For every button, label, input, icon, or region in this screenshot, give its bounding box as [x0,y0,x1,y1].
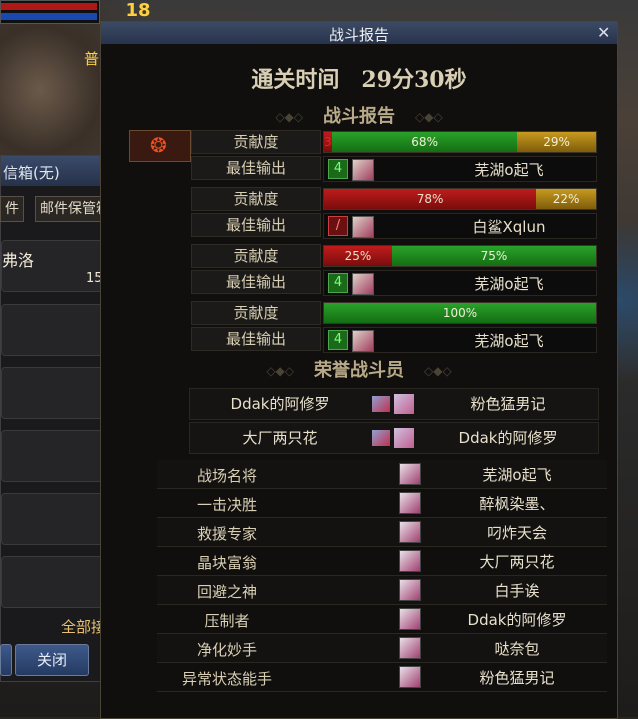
award-player: 芜湖o起飞 [482,466,552,484]
team-row: 贡献度 最佳输出 3%68%29% 4 芜湖o起飞 [191,130,597,182]
honor-row: 大厂两只花 Ddak的阿修罗 [189,422,599,454]
mail-sender: 弗洛 [2,251,35,270]
contribution-bar: 100% [323,302,597,324]
vs-icon [372,396,390,412]
avatar [399,637,421,659]
award-title: 晶块富翁 [196,554,257,572]
avatar [352,273,374,295]
award-title: 一击决胜 [196,496,257,514]
award-title: 战场名将 [196,467,257,485]
award-row: 回避之神 白手诶 [157,576,607,605]
vs-icon [372,430,390,446]
close-icon[interactable]: ✕ [597,23,610,42]
honor-right-player: Ddak的阿修罗 [458,429,558,447]
award-title: 救援专家 [196,525,257,543]
award-player: 醉枫染墨、 [479,495,555,513]
award-player: Ddak的阿修罗 [467,611,567,629]
avatar [394,428,414,448]
contribution-segment: 22% [536,189,596,209]
contribution-segment: 29% [517,132,596,152]
hp-mp-bar [0,0,100,24]
contribution-segment: 3% [324,132,333,152]
award-row: 一击决胜 醉枫染墨、 [157,489,607,518]
award-player: 叼炸天会 [486,524,547,542]
best-output-row: 4 芜湖o起飞 [323,270,597,296]
best-output-label: 最佳输出 [191,270,321,294]
contribution-label: 贡献度 [191,187,321,211]
contribution-label: 贡献度 [191,130,321,154]
honor-left-player: Ddak的阿修罗 [230,395,330,413]
battle-report-window: 战斗报告 ✕ 通关时间 29分30秒 战斗报告 ❂ 贡献度 最佳输出 3%68%… [100,21,618,719]
honor-title: 荣誉战斗员 [314,360,404,381]
team-row: 贡献度 最佳输出 25% 75% 4 芜湖o起飞 [191,244,597,296]
team-row: 贡献度 最佳输出 100% 4 芜湖o起飞 [191,301,597,353]
avatar [352,330,374,352]
best-output-player: 白鲨Xqlun [472,218,546,236]
award-row: 净化妙手 哒奈包 [157,634,607,663]
close-button[interactable]: 关闭 [15,644,89,676]
award-row: 异常状态能手 粉色猛男记 [157,663,607,692]
section-title: 战斗报告 [323,106,395,127]
avatar [399,550,421,572]
team-emblem-icon: ❂ [129,130,191,162]
avatar [394,394,414,414]
level-indicator: 18 [125,0,151,21]
avatar [399,608,421,630]
award-title: 回避之神 [196,583,257,601]
mail-title: 信箱(无) [3,164,60,182]
team-row: 贡献度 最佳输出 78% 22% / 白鲨Xqlun [191,187,597,239]
honor-row: Ddak的阿修罗 粉色猛男记 [189,388,599,420]
contribution-label: 贡献度 [191,301,321,325]
award-row: 战场名将 芜湖o起飞 [157,460,607,489]
best-output-row: / 白鲨Xqlun [323,213,597,239]
award-player: 白手诶 [494,582,540,600]
honor-right-player: 粉色猛男记 [470,395,546,413]
best-output-label: 最佳输出 [191,213,321,237]
avatar [399,492,421,514]
avatar [399,666,421,688]
best-output-label: 最佳输出 [191,156,321,180]
avatar [399,521,421,543]
contribution-segment: 68% [332,132,518,152]
award-player: 粉色猛男记 [479,669,555,687]
class-icon: 4 [328,330,348,350]
award-title: 压制者 [204,612,250,630]
contribution-segment: 25% [324,246,392,266]
clear-time: 通关时间 29分30秒 [251,67,467,93]
contribution-label: 贡献度 [191,244,321,268]
tab-inbox[interactable]: 件 [0,196,24,222]
award-row: 压制者 Ddak的阿修罗 [157,605,607,634]
report-title-bar[interactable]: 战斗报告 ✕ [101,22,617,44]
award-row: 救援专家 叼炸天会 [157,518,607,547]
avatar [399,579,421,601]
contribution-bar: 78% 22% [323,188,597,210]
award-player: 大厂两只花 [479,553,555,571]
class-icon: 4 [328,273,348,293]
best-output-label: 最佳输出 [191,327,321,351]
avatar [399,463,421,485]
best-output-row: 4 芜湖o起飞 [323,327,597,353]
section-battle-report: 战斗报告 [101,102,617,128]
award-player: 哒奈包 [494,640,540,658]
best-output-row: 4 芜湖o起飞 [323,156,597,182]
best-output-player: 芜湖o起飞 [474,275,544,293]
class-icon: 4 [328,159,348,179]
contribution-segment: 78% [324,189,537,209]
award-title: 异常状态能手 [181,670,272,688]
best-output-player: 芜湖o起飞 [474,161,544,179]
section-honor: 荣誉战斗员 [101,356,617,382]
award-row: 晶块富翁 大厂两只花 [157,547,607,576]
avatar [352,216,374,238]
avatar [352,159,374,181]
class-icon: / [328,216,348,236]
contribution-segment: 75% [392,246,596,266]
award-title: 净化妙手 [196,641,257,659]
mail-action-button[interactable] [0,644,12,676]
report-window-title: 战斗报告 [328,26,389,44]
best-output-player: 芜湖o起飞 [474,332,544,350]
contribution-bar: 25% 75% [323,245,597,267]
contribution-bar: 3%68%29% [323,131,597,153]
honor-left-player: 大厂两只花 [242,429,318,447]
contribution-segment: 100% [324,303,596,323]
